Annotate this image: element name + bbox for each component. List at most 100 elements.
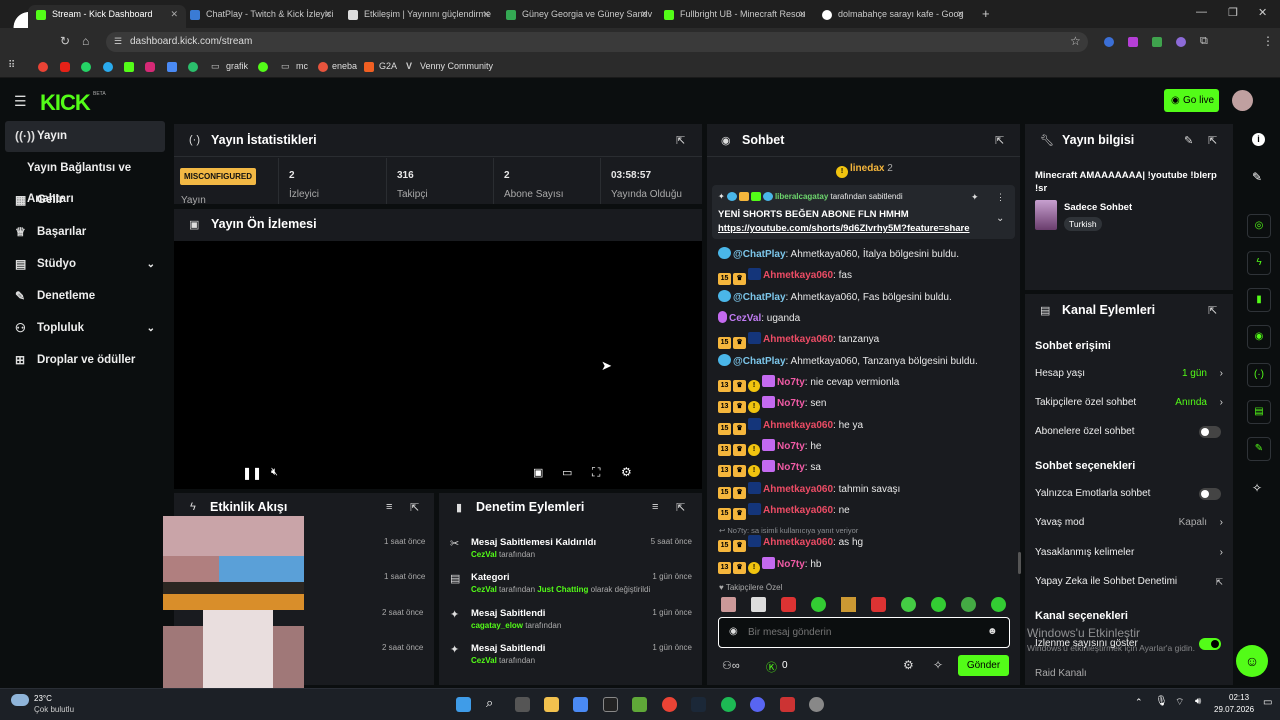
chat-message[interactable]: CezVal: uganda <box>718 311 800 327</box>
site-info-icon[interactable]: ☰ <box>114 36 122 47</box>
emote-icon[interactable] <box>781 597 796 612</box>
pip-icon[interactable]: ▣ <box>533 466 543 479</box>
top-supporter[interactable]: ! linedax 2 <box>836 163 893 178</box>
moderation-row[interactable]: ✦ Mesaj Sabitlendi CezVal tarafından 1 g… <box>446 643 694 679</box>
clock-date[interactable]: 29.07.2026 <box>1214 705 1254 714</box>
chat-message[interactable]: @ChatPlay: Ahmetkaya060, Fas bölgesini b… <box>718 290 952 306</box>
reload-icon[interactable]: ↻ <box>60 34 70 48</box>
tab-chatplay[interactable]: ChatPlay - Twitch & Kick İzleyici ✕ <box>182 5 340 28</box>
emote-icon[interactable] <box>931 597 946 612</box>
filter-icon[interactable]: ≡ <box>386 501 392 513</box>
chat-username[interactable]: No7ty <box>777 398 805 409</box>
info-icon[interactable]: i <box>1252 133 1265 146</box>
whatsapp-icon[interactable] <box>81 62 91 72</box>
chevron-down-icon[interactable]: ⌄ <box>996 213 1004 224</box>
bookmark-mc[interactable]: mc <box>296 61 308 71</box>
tab-georgia[interactable]: Güney Georgia ve Güney Sandv ✕ <box>498 5 656 28</box>
tab-kick-dashboard[interactable]: Stream - Kick Dashboard ✕ <box>28 5 186 28</box>
mute-icon[interactable]: 🔇︎ <box>271 466 278 479</box>
spotify-icon[interactable] <box>721 697 736 712</box>
emoji-icon[interactable]: ☻ <box>987 626 998 637</box>
close-icon[interactable]: ✕ <box>482 5 490 24</box>
bookmark-eneba[interactable]: eneba <box>332 61 357 71</box>
gear-icon[interactable]: ⚙ <box>903 658 914 672</box>
extension-icon[interactable] <box>1104 37 1114 47</box>
chat-message[interactable]: 15 ♛ Ahmetkaya060: he ya <box>718 418 863 435</box>
emote-icon[interactable] <box>751 597 766 612</box>
users-icon[interactable]: ⚇∞ <box>722 659 740 672</box>
sidebar-item-basarilar[interactable]: ♕ Başarılar <box>5 217 165 248</box>
chat-username[interactable]: Ahmetkaya060 <box>763 505 833 516</box>
banned-words-row[interactable]: Yasaklanmış kelimeler › <box>1035 545 1225 561</box>
followers-chat-row[interactable]: Takipçilere özel sohbet Anında › <box>1035 395 1225 411</box>
category-name[interactable]: Sadece Sohbet <box>1064 202 1132 213</box>
emote-icon[interactable] <box>961 597 976 612</box>
slow-mode-row[interactable]: Yavaş mod Kapalı › <box>1035 515 1225 531</box>
moderation-category[interactable]: Just Chatting <box>537 585 588 594</box>
extensions-puzzle-icon[interactable]: ⧉ <box>1200 35 1208 48</box>
category-thumbnail[interactable] <box>1035 200 1057 230</box>
chat-username[interactable]: CezVal <box>729 313 761 324</box>
network-icon[interactable]: ⌔ <box>1175 696 1184 709</box>
chat-mode-icon[interactable]: ◉ <box>729 626 738 637</box>
send-button[interactable]: Gönder <box>958 655 1009 676</box>
extension-icon[interactable] <box>1176 37 1186 47</box>
notifications-icon[interactable]: ▭ <box>1263 697 1272 708</box>
moderation-row[interactable]: ▤ Kategori CezVal tarafından Just Chatti… <box>446 572 694 608</box>
moderation-user[interactable]: CezVal <box>471 585 497 594</box>
close-icon[interactable]: ✕ <box>956 5 964 24</box>
sidebar-item-studyo[interactable]: ▤ Stüdyo ⌄ <box>5 249 165 280</box>
go-live-button[interactable]: ◉ Go live <box>1164 89 1219 112</box>
maximize-icon[interactable]: ❐ <box>1228 6 1238 19</box>
pin-icon[interactable]: ✦ <box>971 192 979 203</box>
chat-message[interactable]: @ChatPlay: Ahmetkaya060, İtalya bölgesin… <box>718 247 959 263</box>
popout-icon[interactable]: ⇱ <box>676 501 685 514</box>
puzzle-icon[interactable]: ✧ <box>933 658 943 672</box>
kick-icon[interactable] <box>124 62 134 72</box>
pause-icon[interactable]: ❚❚ <box>242 466 262 480</box>
avatar[interactable] <box>1232 90 1253 111</box>
popout-icon[interactable]: ⇱ <box>1208 134 1217 147</box>
sidebar-item-topluluk[interactable]: ⚇ Topluluk ⌄ <box>5 313 165 344</box>
chat-input[interactable] <box>748 624 978 641</box>
ai-moderation-row[interactable]: Yapay Zeka ile Sohbet Denetimi ⇱ <box>1035 574 1225 590</box>
puzzle-icon[interactable]: ✧ <box>1252 481 1262 495</box>
moderation-user[interactable]: cagatay_elow <box>471 621 523 630</box>
popout-icon[interactable]: ⇱ <box>676 134 685 147</box>
youtube-icon[interactable] <box>60 62 70 72</box>
broadcast-icon[interactable]: (·) <box>1247 363 1271 387</box>
moderation-row[interactable]: ✂ Mesaj Sabitlemesi Kaldırıldı CezVal ta… <box>446 537 694 573</box>
minecraft-icon[interactable] <box>632 697 647 712</box>
google-icon[interactable] <box>38 62 48 72</box>
chat-message[interactable]: 15 ♛ Ahmetkaya060: tanzanya <box>718 332 879 349</box>
extension-icon[interactable] <box>1152 37 1162 47</box>
pinned-link[interactable]: https://youtube.com/shorts/9d6ZIvrhy5M?f… <box>718 223 970 234</box>
chrome-icon[interactable] <box>662 697 677 712</box>
moderation-icon[interactable]: ▮ <box>1247 288 1271 312</box>
app-icon[interactable] <box>809 697 824 712</box>
chat-username[interactable]: No7ty <box>777 559 805 570</box>
moderation-row[interactable]: ✦ Mesaj Sabitlendi cagatay_elow tarafınd… <box>446 608 694 644</box>
sidebar-item-gelir[interactable]: ▦ Gelir <box>5 185 165 216</box>
apps-grid-icon[interactable]: ⠿ <box>8 60 15 71</box>
microphone-icon[interactable]: 🎙︎ <box>1155 696 1168 707</box>
chat-username[interactable]: Ahmetkaya060 <box>763 420 833 431</box>
volume-icon[interactable]: 🔊︎ <box>1195 696 1201 707</box>
kick-logo[interactable]: KICK <box>40 90 91 116</box>
support-chat-icon[interactable]: ☺ <box>1236 645 1268 677</box>
chat-message[interactable]: 13 ♛! No7ty: he <box>718 439 821 456</box>
close-icon[interactable]: ✕ <box>640 5 648 24</box>
lightning-icon[interactable]: ϟ <box>1247 251 1271 275</box>
chat-username[interactable]: @ChatPlay <box>733 249 786 260</box>
moderation-user[interactable]: CezVal <box>471 656 497 665</box>
new-tab-button[interactable]: + <box>982 6 990 21</box>
popout-icon[interactable]: ⇱ <box>410 501 419 514</box>
channel-icon[interactable]: ▤ <box>1247 400 1271 424</box>
tag-badge[interactable]: Turkish <box>1064 217 1102 231</box>
close-icon[interactable]: ✕ <box>170 5 178 24</box>
discord-icon[interactable] <box>750 697 765 712</box>
bookmark-g2a[interactable]: G2A <box>379 61 397 71</box>
bookmark-star-icon[interactable]: ☆ <box>1070 34 1081 48</box>
close-window-icon[interactable]: ✕ <box>1258 6 1267 19</box>
steam-icon[interactable] <box>691 697 706 712</box>
